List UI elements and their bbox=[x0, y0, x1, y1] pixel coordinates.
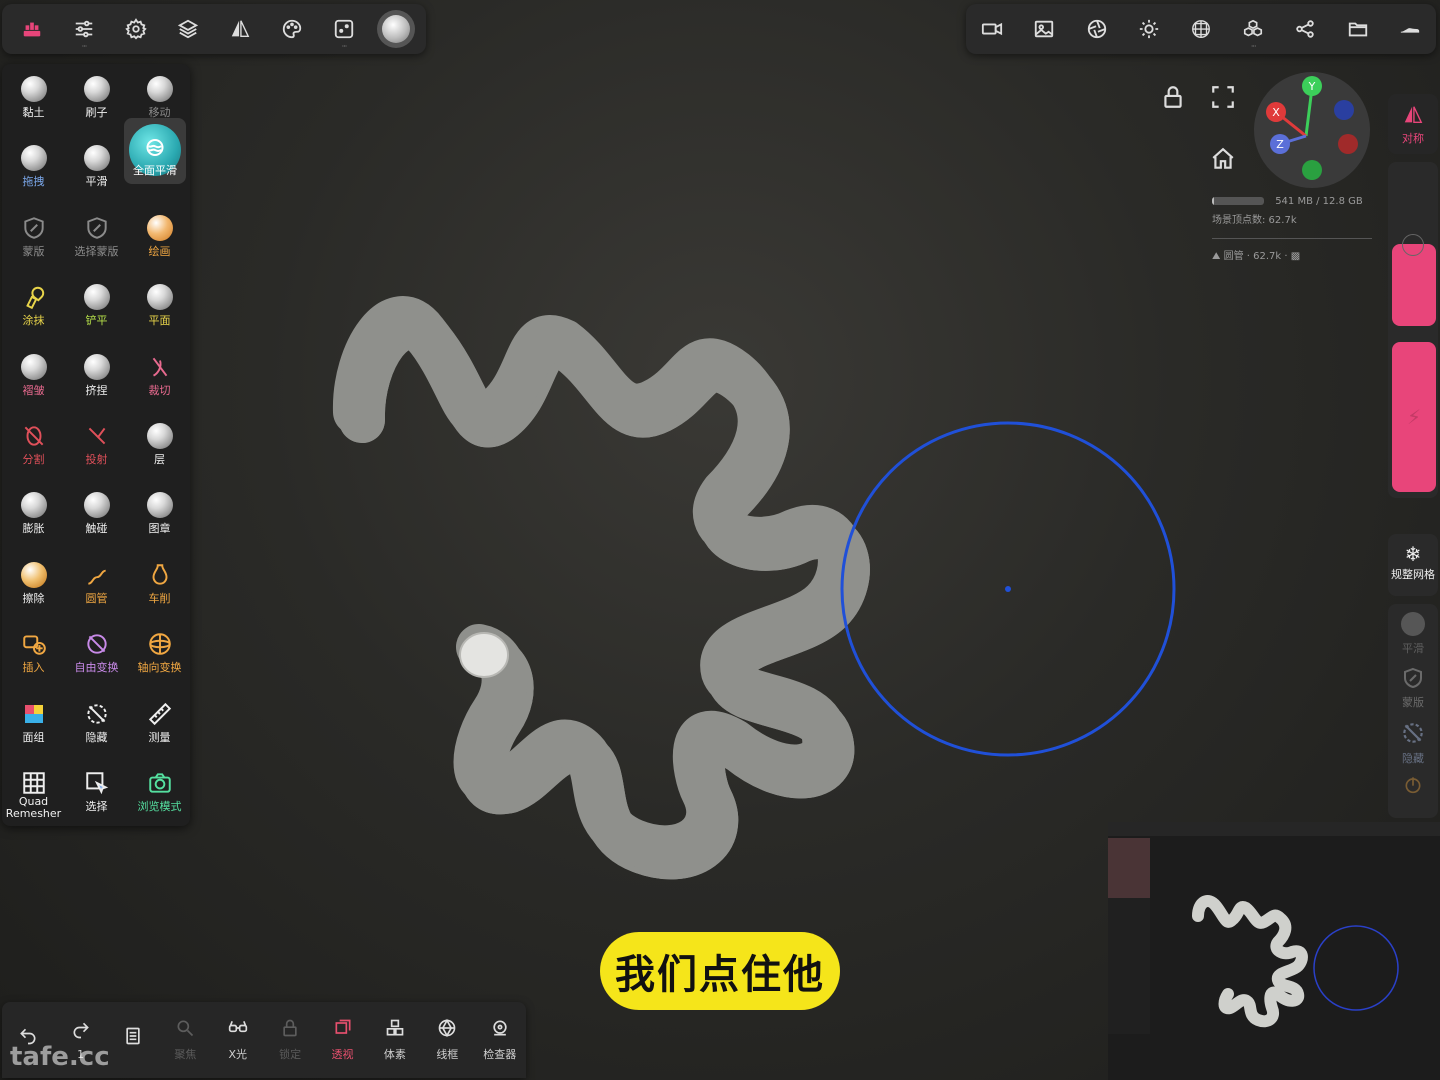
quick-smooth-icon bbox=[1401, 612, 1425, 636]
remesh-icon: ❄ bbox=[1404, 542, 1422, 566]
gizmo-z-label: Z bbox=[1276, 138, 1284, 151]
doc-icon bbox=[123, 1026, 143, 1050]
search-icon bbox=[175, 1018, 195, 1042]
picture-in-picture-preview bbox=[1108, 822, 1440, 1080]
lock-view-icon[interactable] bbox=[1160, 84, 1186, 114]
bottom-search-button: 聚焦 bbox=[159, 1002, 211, 1078]
memory-bar bbox=[1212, 197, 1264, 205]
home-view-icon[interactable] bbox=[1210, 146, 1236, 176]
bottom-voxel-button[interactable]: 体素 bbox=[369, 1002, 421, 1078]
orientation-gizmo[interactable]: Y X Z bbox=[1254, 72, 1370, 188]
tube-end-cap bbox=[459, 632, 509, 678]
bottom-doc-button[interactable] bbox=[107, 1002, 159, 1078]
quick-mask-icon bbox=[1404, 667, 1422, 689]
gizmo-x-label: X bbox=[1272, 106, 1280, 119]
wire-icon bbox=[437, 1018, 457, 1042]
quick-tools-panel: 平滑 蒙版 隐藏 bbox=[1388, 604, 1438, 818]
bottom-button-label: 线框 bbox=[436, 1048, 459, 1061]
remesh-label: 规整网格 bbox=[1391, 568, 1435, 581]
checker-icon: ▩ bbox=[1290, 251, 1301, 262]
redo-icon bbox=[71, 1020, 91, 1044]
bottom-button-label: 检查器 bbox=[483, 1048, 517, 1061]
quick-smooth[interactable]: 平滑 bbox=[1388, 604, 1438, 656]
symmetry-toggle-icon bbox=[1404, 106, 1423, 124]
symmetry-label: 对称 bbox=[1402, 132, 1424, 145]
lock-icon bbox=[280, 1018, 300, 1042]
radius-slider-handle-icon bbox=[1402, 234, 1424, 256]
mesh-icon: ⛰ bbox=[1212, 251, 1221, 262]
cube-icon bbox=[333, 1018, 353, 1042]
object-row[interactable]: ⛰ 圆管 · 62.7k · ▩ bbox=[1212, 238, 1372, 262]
inspect-icon bbox=[490, 1018, 510, 1042]
bottom-inspect-button[interactable]: 检查器 bbox=[474, 1002, 526, 1078]
brush-center-dot bbox=[1005, 586, 1011, 592]
brush-radius-slider[interactable] bbox=[1392, 244, 1436, 326]
bottom-button-label: 透视 bbox=[331, 1048, 354, 1061]
brush-intensity-slider[interactable]: ⚡ bbox=[1392, 342, 1436, 492]
bottom-button-label: 聚焦 bbox=[174, 1048, 197, 1061]
quick-hide-icon bbox=[1403, 723, 1423, 743]
bottom-button-label: 体素 bbox=[383, 1048, 406, 1061]
symmetry-panel[interactable]: 对称 bbox=[1388, 94, 1438, 154]
remesh-panel[interactable]: ❄ 规整网格 bbox=[1388, 534, 1438, 596]
subtitle-caption: 我们点住他 bbox=[600, 932, 840, 1010]
bottom-glasses-button[interactable]: X光 bbox=[212, 1002, 264, 1078]
lightning-icon: ⚡ bbox=[1406, 405, 1422, 429]
bottom-button-label: 锁定 bbox=[279, 1048, 302, 1061]
quick-hide[interactable]: 隐藏 bbox=[1388, 710, 1438, 766]
bottom-cube-button[interactable]: 透视 bbox=[316, 1002, 368, 1078]
tube-mesh[interactable] bbox=[356, 319, 847, 856]
quick-mask[interactable]: 蒙版 bbox=[1388, 656, 1438, 710]
quick-axis-icon[interactable] bbox=[1388, 766, 1438, 798]
quick-smooth-label: 平滑 bbox=[1402, 642, 1424, 655]
voxel-icon bbox=[385, 1018, 405, 1042]
glasses-icon bbox=[228, 1018, 248, 1042]
bottom-button-label: X光 bbox=[228, 1048, 248, 1061]
memory-usage: 541 MB / 12.8 GB bbox=[1275, 196, 1363, 207]
bottom-lock-button: 锁定 bbox=[264, 1002, 316, 1078]
viewport-info: 541 MB / 12.8 GB 场景顶点数: 62.7k ⛰ 圆管 · 62.… bbox=[1212, 196, 1372, 262]
quick-hide-label: 隐藏 bbox=[1402, 752, 1424, 765]
bottom-wire-button[interactable]: 线框 bbox=[421, 1002, 473, 1078]
quick-mask-label: 蒙版 bbox=[1402, 696, 1424, 709]
gizmo-y-label: Y bbox=[1308, 80, 1316, 93]
fullscreen-icon[interactable] bbox=[1210, 84, 1236, 114]
vertex-count: 场景顶点数: 62.7k bbox=[1212, 215, 1297, 226]
object-name: 圆管 · 62.7k · bbox=[1223, 251, 1288, 262]
watermark: tafe.cc bbox=[10, 1042, 110, 1072]
